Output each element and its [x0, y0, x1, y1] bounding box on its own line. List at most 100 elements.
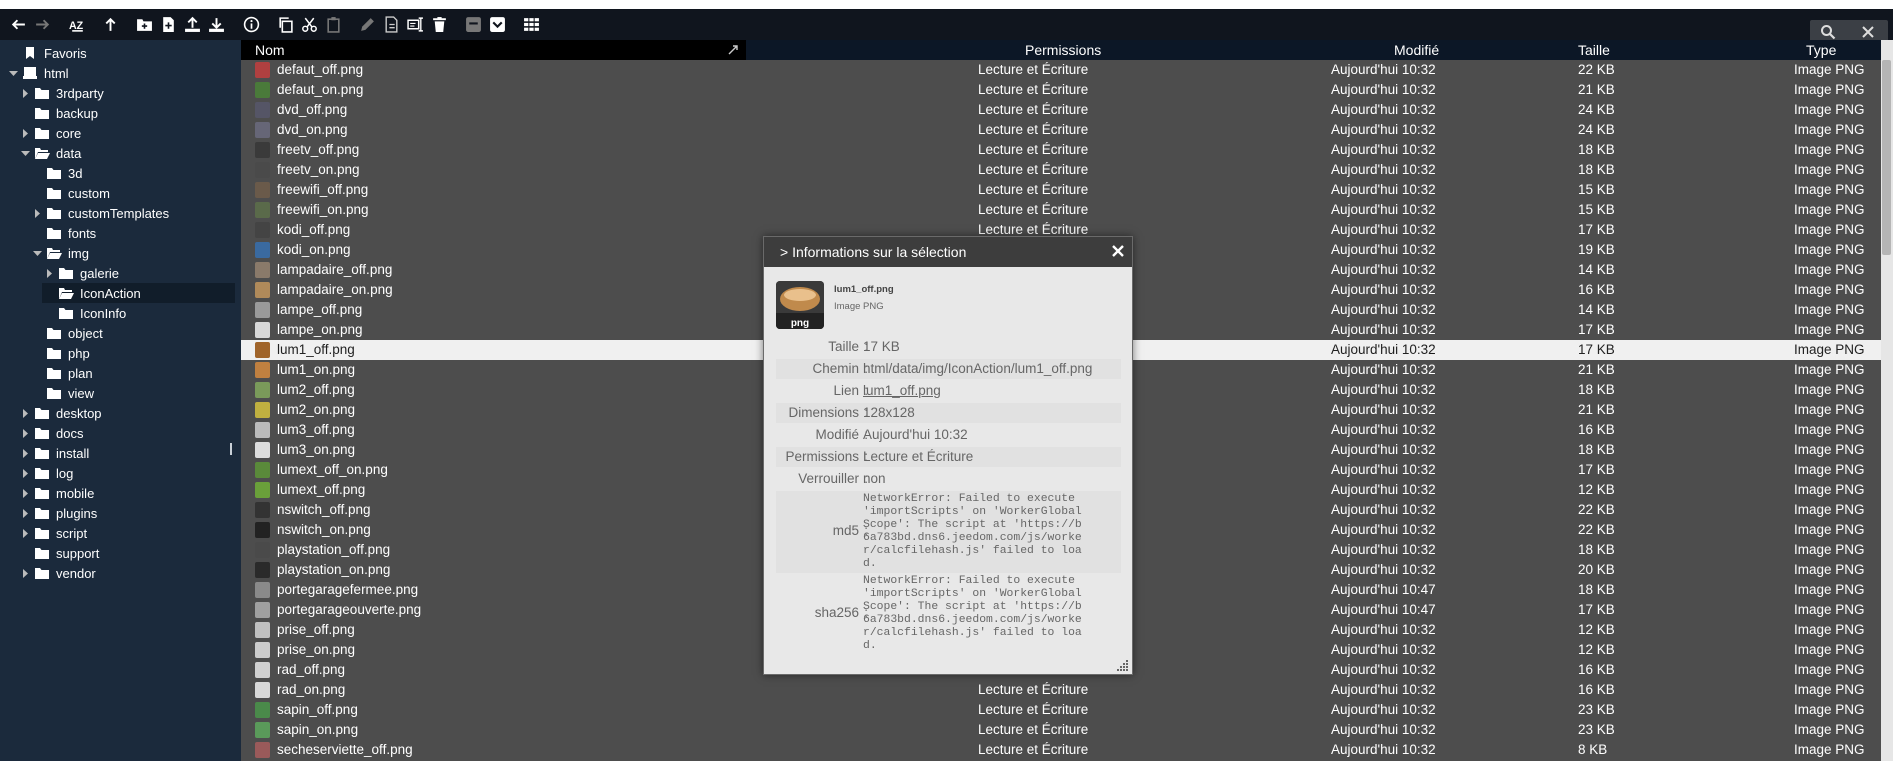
tree-item[interactable]: customTemplates — [32, 203, 169, 223]
tree-item[interactable]: IconAction — [44, 283, 141, 303]
tree-item[interactable]: custom — [32, 183, 110, 203]
tree-item[interactable]: mobile — [20, 483, 94, 503]
tree-item[interactable]: core — [20, 123, 81, 143]
edit-icon[interactable] — [356, 9, 378, 40]
file-permissions: Lecture et Écriture — [978, 62, 1089, 77]
tree-item[interactable]: html — [8, 63, 69, 83]
file-row[interactable]: dvd_on.png Lecture et Écriture Aujourd'hui… — [241, 120, 1881, 140]
tree-item[interactable]: view — [32, 383, 94, 403]
tree-item[interactable]: 3rdparty — [20, 83, 104, 103]
tree-item[interactable]: plugins — [20, 503, 97, 523]
clear-search-icon[interactable] — [1860, 24, 1876, 40]
duplicate-icon[interactable] — [380, 9, 402, 40]
file-row[interactable]: freewifi_off.png Lecture et Écriture Aujou… — [241, 180, 1881, 200]
folder-open-icon — [34, 146, 50, 160]
dialog-titlebar[interactable]: > Informations sur la sélection — [764, 237, 1132, 267]
expand-arrow-icon[interactable] — [20, 88, 30, 98]
expand-arrow-icon[interactable] — [20, 408, 30, 418]
info-icon[interactable] — [240, 9, 262, 40]
tree-item[interactable]: img — [32, 243, 89, 263]
column-name-header[interactable]: Nom — [241, 40, 746, 60]
collapse-arrow-icon[interactable] — [32, 248, 42, 258]
file-name: lum3_on.png — [277, 442, 356, 457]
expand-arrow-icon[interactable] — [44, 268, 54, 278]
sort-az-icon[interactable]: AZ — [66, 9, 88, 40]
tree-item[interactable]: object — [32, 323, 103, 343]
tree-item[interactable]: data — [20, 143, 81, 163]
expand-arrow-icon[interactable] — [20, 128, 30, 138]
column-perms-header[interactable]: Permissions — [1025, 42, 1101, 58]
tree-item[interactable]: desktop — [20, 403, 102, 423]
expand-arrow-icon[interactable] — [20, 448, 30, 458]
rename-icon[interactable] — [404, 9, 426, 40]
expand-arrow-icon[interactable] — [20, 508, 30, 518]
info-link-value[interactable]: lum1_off.png — [863, 383, 941, 398]
expand-arrow-icon[interactable] — [20, 528, 30, 538]
tree-item[interactable]: backup — [20, 103, 98, 123]
expand-arrow-icon[interactable] — [20, 568, 30, 578]
paste-icon[interactable] — [322, 9, 344, 40]
tree-item[interactable]: IconInfo — [44, 303, 126, 323]
expand-arrow-icon[interactable] — [20, 488, 30, 498]
forward-icon[interactable] — [31, 9, 53, 40]
upload-icon[interactable] — [181, 9, 203, 40]
tree-item[interactable]: galerie — [44, 263, 119, 283]
tree-item[interactable]: plan — [32, 363, 93, 383]
file-modified: Aujourd'hui 10:47 — [1331, 602, 1436, 617]
expand-arrow-icon[interactable] — [20, 428, 30, 438]
file-row[interactable]: secheserviette_off.png Lecture et Écritur… — [241, 740, 1881, 760]
tree-item[interactable]: php — [32, 343, 90, 363]
file-name: dvd_on.png — [277, 122, 348, 137]
tree-item[interactable]: 3d — [32, 163, 82, 183]
expand-arrow-icon[interactable] — [32, 208, 42, 218]
cut-icon[interactable] — [298, 9, 320, 40]
file-permissions: Lecture et Écriture — [978, 722, 1089, 737]
file-thumb-icon — [255, 582, 270, 598]
file-modified: Aujourd'hui 10:32 — [1331, 242, 1436, 257]
delete-icon[interactable] — [428, 9, 450, 40]
expand-arrow-icon[interactable] — [20, 468, 30, 478]
file-thumb-icon — [255, 342, 270, 358]
tree-item[interactable]: install — [20, 443, 89, 463]
info-prop-label: Dimensions — [788, 405, 859, 420]
scrollbar-thumb[interactable] — [1882, 60, 1891, 255]
tree-item[interactable]: fonts — [32, 223, 96, 243]
tree-item[interactable]: Favoris — [8, 43, 87, 63]
file-name: defaut_on.png — [277, 82, 364, 97]
file-size: 14 KB — [1578, 262, 1615, 277]
search-icon[interactable] — [1820, 24, 1836, 40]
tree-item[interactable]: docs — [20, 423, 83, 443]
column-size-header[interactable]: Taille — [1578, 42, 1610, 58]
close-icon[interactable] — [1110, 243, 1126, 259]
file-row[interactable]: sapin_off.png Lecture et Écriture Aujourd'… — [241, 700, 1881, 720]
file-row[interactable]: sapin_on.png Lecture et Écriture Aujourd'h… — [241, 720, 1881, 740]
tree-item[interactable]: log — [20, 463, 73, 483]
column-type-header[interactable]: Type — [1806, 42, 1836, 58]
new-file-icon[interactable] — [157, 9, 179, 40]
resize-handle-icon[interactable] — [1117, 659, 1129, 671]
collapse-arrow-icon[interactable] — [20, 148, 30, 158]
file-row[interactable]: freetv_off.png Lecture et Écriture Aujourd… — [241, 140, 1881, 160]
file-row[interactable]: dvd_off.png Lecture et Écriture Aujourd'hu… — [241, 100, 1881, 120]
copy-icon[interactable] — [274, 9, 296, 40]
tree-item[interactable]: vendor — [20, 563, 96, 583]
archive-icon[interactable] — [462, 9, 484, 40]
file-type: Image PNG — [1794, 322, 1865, 337]
collapse-arrow-icon[interactable] — [8, 68, 18, 78]
file-row[interactable]: defaut_on.png Lecture et Écriture Aujourd'… — [241, 80, 1881, 100]
file-row[interactable]: freetv_on.png Lecture et Écriture Aujourd'… — [241, 160, 1881, 180]
pane-splitter[interactable] — [230, 443, 232, 455]
file-row[interactable]: defaut_off.png Lecture et Écriture Aujourd… — [241, 60, 1881, 80]
new-folder-icon[interactable] — [133, 9, 155, 40]
file-row[interactable]: freewifi_on.png Lecture et Écriture Aujour… — [241, 200, 1881, 220]
extract-icon[interactable] — [486, 9, 508, 40]
file-row[interactable]: rad_on.png Lecture et Écriture Aujourd'hui… — [241, 680, 1881, 700]
back-icon[interactable] — [7, 9, 29, 40]
view-grid-icon[interactable] — [520, 9, 542, 40]
tree-item[interactable]: support — [20, 543, 99, 563]
download-icon[interactable] — [205, 9, 227, 40]
lamp-thumbnail-icon: png — [776, 281, 824, 329]
up-icon[interactable] — [99, 9, 121, 40]
tree-item[interactable]: script — [20, 523, 87, 543]
column-modified-header[interactable]: Modifié — [1394, 42, 1439, 58]
